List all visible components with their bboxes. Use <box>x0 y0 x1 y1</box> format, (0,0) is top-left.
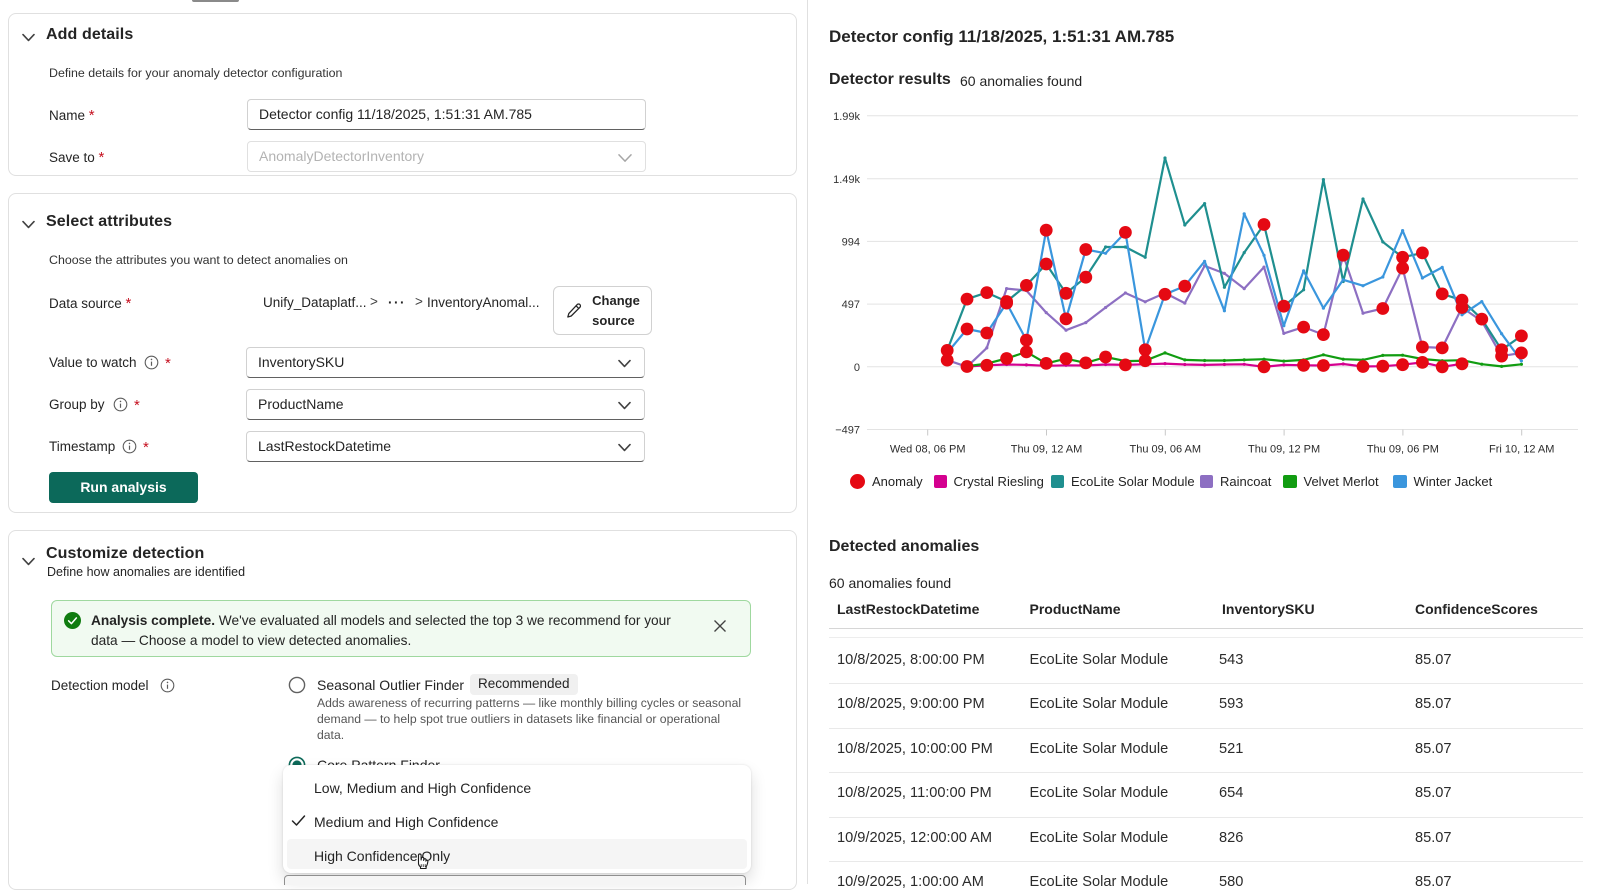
svg-text:Thu 09, 12 AM: Thu 09, 12 AM <box>1011 444 1083 456</box>
svg-text:Thu 09, 06 AM: Thu 09, 06 AM <box>1130 444 1202 456</box>
svg-text:Fri 10, 12 AM: Fri 10, 12 AM <box>1489 444 1554 456</box>
svg-text:Thu 09, 12 PM: Thu 09, 12 PM <box>1248 444 1320 456</box>
svg-text:0: 0 <box>854 362 860 374</box>
svg-text:Thu 09, 06 PM: Thu 09, 06 PM <box>1367 444 1439 456</box>
svg-text:Wed 08, 06 PM: Wed 08, 06 PM <box>890 444 966 456</box>
svg-text:497: 497 <box>842 299 860 311</box>
svg-text:1.49k: 1.49k <box>833 174 860 186</box>
svg-text:−497: −497 <box>835 425 860 437</box>
svg-text:994: 994 <box>842 236 860 248</box>
svg-text:1.99k: 1.99k <box>833 111 860 123</box>
